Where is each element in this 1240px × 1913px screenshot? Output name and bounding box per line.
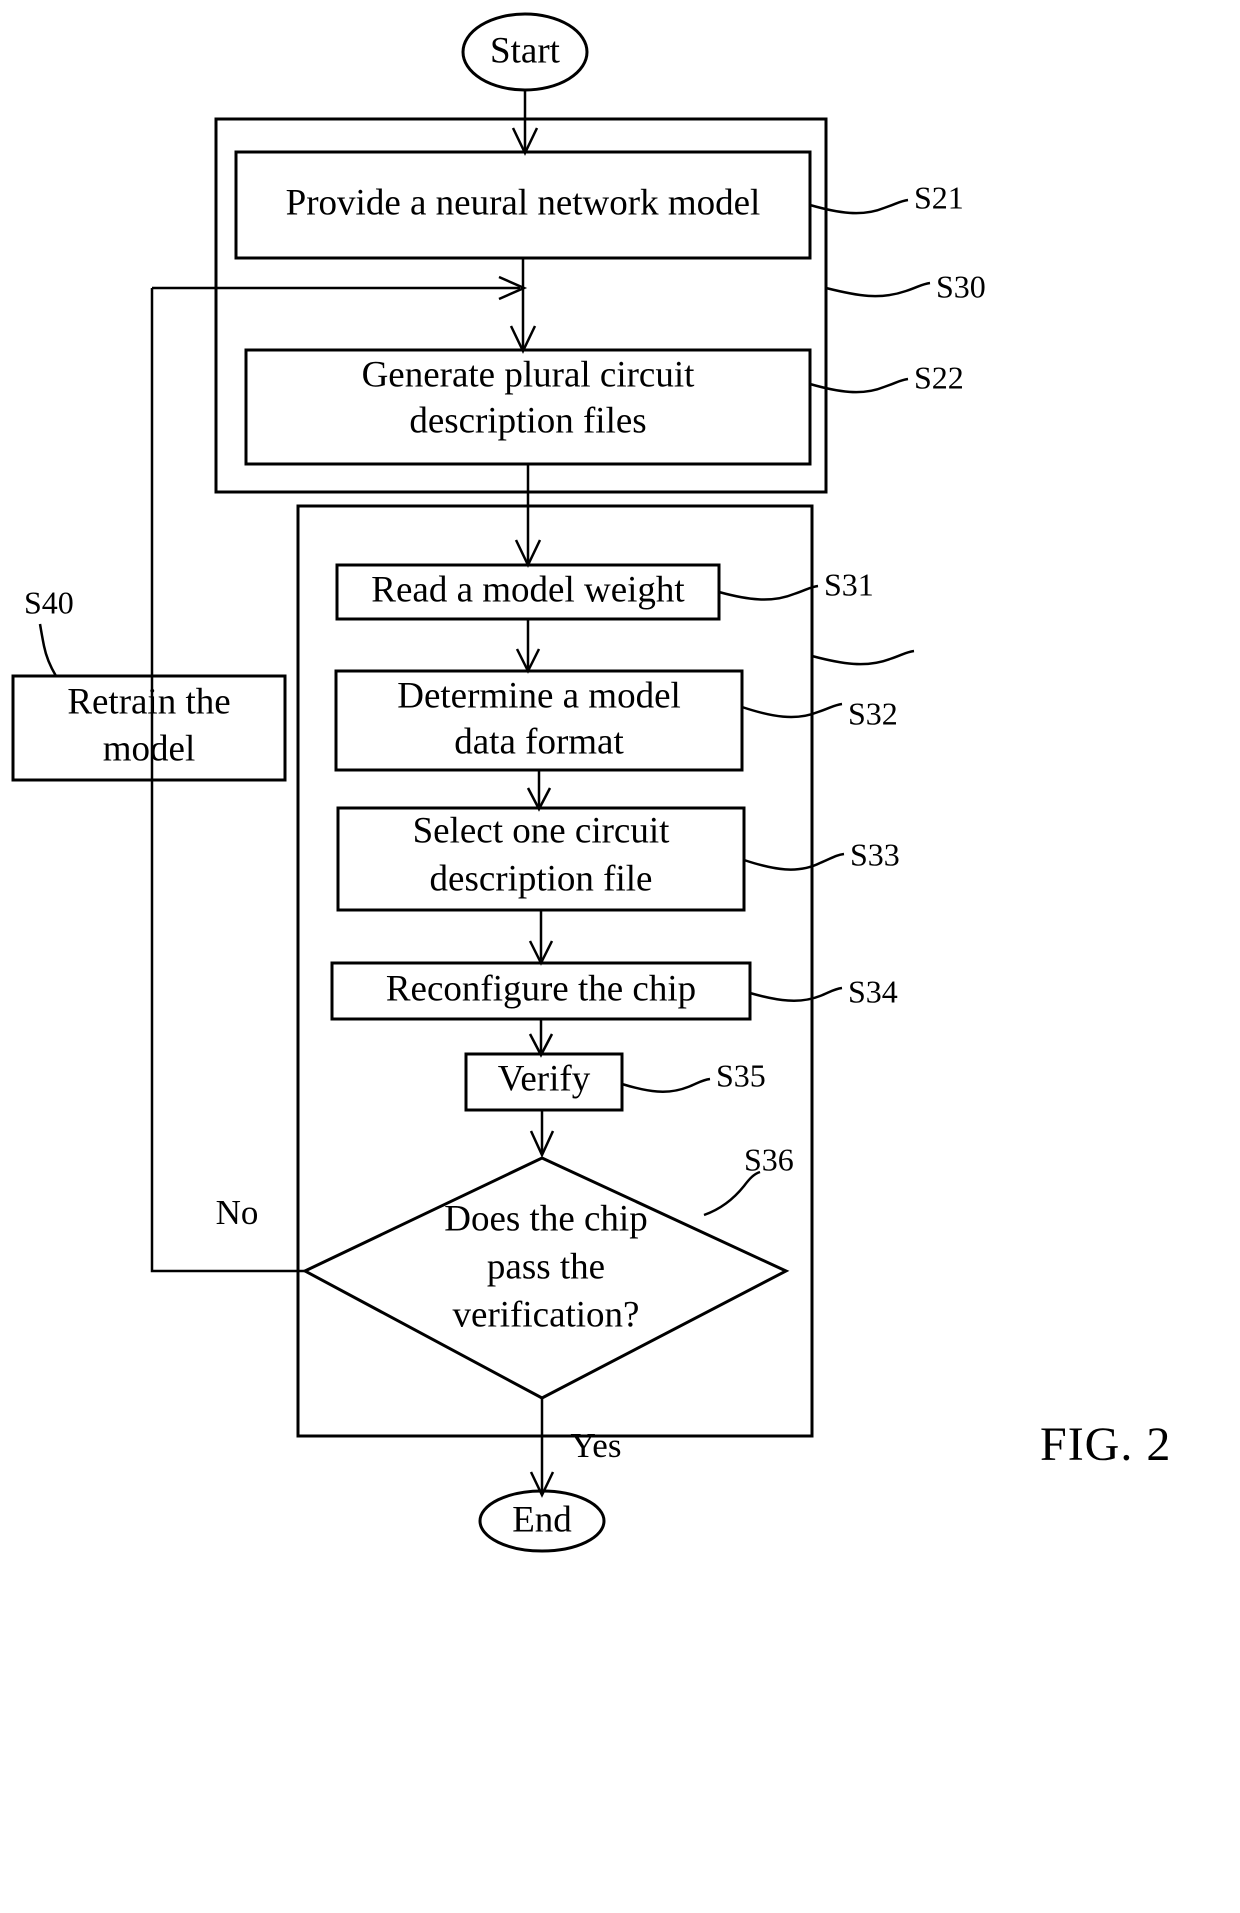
figure-caption: FIG. 2	[1040, 1418, 1171, 1471]
decision-s36-line-2: pass the	[487, 1246, 605, 1287]
step-ref-s36: S36	[744, 1141, 794, 1177]
branch-label-no: No	[216, 1193, 259, 1232]
terminal-start-label: Start	[490, 30, 561, 71]
leader-line-s20	[825, 281, 931, 298]
step-ref-s33: S33	[850, 836, 900, 872]
leader-line-s30	[811, 649, 915, 666]
step-ref-s35: S35	[716, 1057, 766, 1093]
step-ref-s34: S34	[848, 973, 898, 1009]
step-box-s21-line-1: Provide a neural network model	[286, 182, 761, 223]
leader-line-s31	[718, 584, 819, 601]
step-box-s33-line-1: Select one circuit	[413, 810, 671, 851]
step-box-s32-line-1: Determine a model	[397, 675, 681, 716]
leader-line-s36	[703, 1170, 761, 1217]
leader-line-s34	[749, 986, 843, 1002]
flowchart-svg: S30 Start Provide a neural network model…	[11, 12, 1171, 1553]
terminal-end-label: End	[512, 1499, 572, 1540]
step-box-s22-line-1: Generate plural circuit	[362, 354, 696, 395]
decision-s36-line-1: Does the chip	[444, 1198, 647, 1239]
step-ref-s21: S21	[914, 179, 964, 215]
figure-canvas: S30 Start Provide a neural network model…	[0, 0, 1240, 1913]
step-ref-s32: S32	[848, 695, 898, 731]
step-ref-s22: S22	[914, 359, 964, 395]
step-box-s22-line-2: description files	[409, 400, 646, 441]
step-box-s35-line-1: Verify	[498, 1058, 591, 1099]
step-box-s32-line-2: data format	[454, 721, 624, 762]
leader-line-s40	[38, 623, 58, 677]
step-box-s40-line-1: Retrain the	[67, 681, 230, 722]
step-box-s33-line-2: description file	[430, 858, 653, 899]
step-ref-s20: S30	[936, 268, 986, 304]
leader-line-s35	[621, 1077, 711, 1093]
decision-s36-line-3: verification?	[453, 1294, 640, 1335]
step-ref-s31: S31	[824, 566, 874, 602]
branch-label-yes: Yes	[571, 1426, 622, 1465]
step-ref-s40: S40	[24, 584, 74, 620]
step-box-s31-line-1: Read a model weight	[371, 569, 685, 610]
leader-line-s32	[741, 702, 843, 719]
step-box-s40-line-2: model	[103, 728, 195, 769]
step-box-s34-line-1: Reconfigure the chip	[386, 968, 696, 1009]
leader-line-s33	[743, 852, 845, 871]
